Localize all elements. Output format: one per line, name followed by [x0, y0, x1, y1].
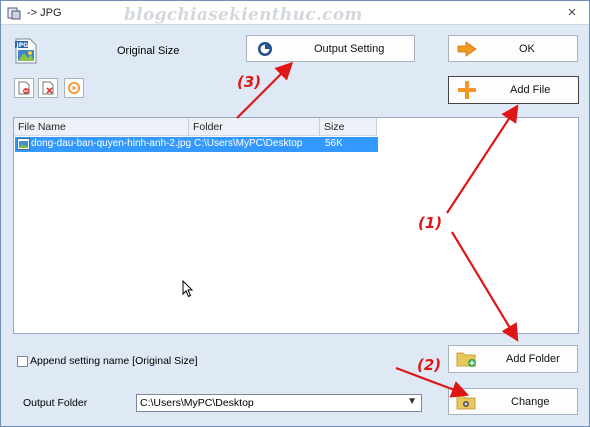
- annotation-label-1: (1): [418, 214, 443, 232]
- folder-cell: C:\Users\MyPC\Desktop: [194, 138, 303, 149]
- play-icon: [68, 82, 80, 94]
- column-header-folder[interactable]: Folder: [189, 118, 320, 136]
- output-setting-icon: [258, 41, 272, 56]
- file-list-row[interactable]: dong-dau-ban-quyen-hinh-anh-2.jpg C:\Use…: [15, 137, 378, 152]
- jpg-file-icon: JPG: [15, 38, 37, 64]
- add-file-button[interactable]: Add File: [448, 76, 579, 104]
- output-folder-select[interactable]: C:\Users\MyPC\Desktop ▼: [136, 394, 422, 412]
- window-title: -> JPG: [27, 7, 62, 19]
- app-icon: [7, 7, 21, 20]
- close-button[interactable]: ×: [563, 4, 581, 22]
- file-name-cell: dong-dau-ban-quyen-hinh-anh-2.jpg: [31, 138, 192, 149]
- add-file-label: Add File: [510, 84, 551, 96]
- clear-list-button[interactable]: [38, 78, 58, 98]
- output-setting-button[interactable]: Output Setting: [246, 35, 415, 62]
- change-button[interactable]: Change: [448, 388, 578, 415]
- remove-file-button[interactable]: [14, 78, 34, 98]
- remove-file-icon: [18, 81, 30, 95]
- folder-camera-icon: [456, 395, 476, 409]
- watermark-text: blogchiasekienthuc.com: [124, 5, 363, 25]
- size-cell: 56K: [325, 138, 343, 149]
- chevron-down-icon[interactable]: ▼: [407, 396, 417, 407]
- ok-button[interactable]: OK: [448, 35, 578, 62]
- convert-to-jpg-dialog: -> JPG blogchiasekienthuc.com × JPG Orig…: [0, 0, 590, 427]
- arrow-right-icon: [457, 40, 477, 57]
- output-setting-label: Output Setting: [314, 42, 385, 55]
- title-bar: -> JPG blogchiasekienthuc.com ×: [1, 1, 589, 25]
- size-preset-label: Original Size: [117, 45, 180, 57]
- add-folder-icon: [456, 352, 476, 367]
- start-button[interactable]: [64, 78, 84, 98]
- ok-label: OK: [519, 42, 535, 55]
- image-file-icon: [17, 138, 30, 150]
- add-folder-label: Add Folder: [506, 353, 560, 365]
- clear-list-icon: [42, 81, 54, 95]
- column-header-file-name[interactable]: File Name: [14, 118, 189, 136]
- output-folder-value: C:\Users\MyPC\Desktop: [140, 397, 254, 409]
- annotation-label-3: (3): [237, 73, 262, 91]
- file-list[interactable]: File Name Folder Size dong-dau-ban-quyen…: [13, 117, 579, 334]
- mouse-cursor-icon: [182, 280, 194, 298]
- add-folder-button[interactable]: Add Folder: [448, 345, 578, 373]
- plus-icon: [458, 81, 476, 99]
- append-setting-checkbox[interactable]: [17, 356, 28, 367]
- column-header-size[interactable]: Size: [320, 118, 377, 136]
- jpg-icon-text: JPG: [16, 42, 29, 49]
- output-folder-label: Output Folder: [23, 397, 88, 409]
- change-label: Change: [511, 395, 550, 408]
- append-setting-label: Append setting name [Original Size]: [30, 355, 198, 367]
- annotation-label-2: (2): [417, 356, 442, 374]
